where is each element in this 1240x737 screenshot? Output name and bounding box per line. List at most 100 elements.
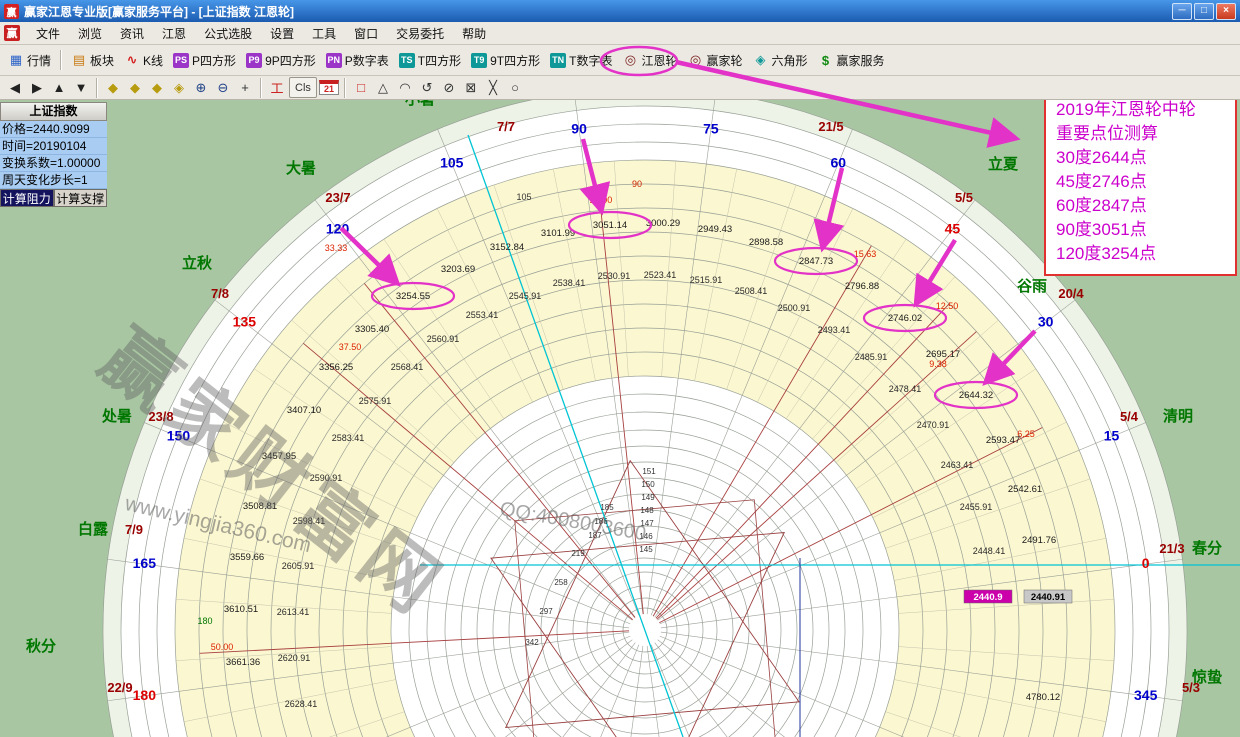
outer-ring-value: 2847.73 xyxy=(799,256,833,267)
menu-item-browse[interactable]: 浏览 xyxy=(69,22,111,45)
toolbar2-draw-rotate[interactable]: ↺ xyxy=(417,78,437,97)
toolbar2-draw-lasso[interactable]: ○ xyxy=(505,78,525,97)
toolbar2-nav-back[interactable]: ◀ xyxy=(5,78,25,97)
menu-item-news[interactable]: 资讯 xyxy=(111,22,153,45)
toolbar-button-p-number-table[interactable]: PNP数字表 xyxy=(321,49,394,72)
inner-ring-value: 2470.91 xyxy=(917,420,950,430)
solar-term-label: 秋分 xyxy=(26,637,56,655)
toolbar-button-p-square[interactable]: PSP四方形 xyxy=(168,49,241,72)
maximize-button[interactable]: □ xyxy=(1194,3,1214,20)
inner-ring-value: 2485.91 xyxy=(855,352,888,362)
sectors-icon: ▤ xyxy=(71,52,87,68)
fraction-label: 50.00 xyxy=(211,642,234,652)
date-label: 21/3 xyxy=(1159,541,1184,556)
p-square-label: P四方形 xyxy=(192,52,236,69)
info-line-2: 30度2644点 xyxy=(1056,146,1225,170)
app-icon: 赢 xyxy=(4,4,19,19)
toolbar-button-t-number-table[interactable]: TNT数字表 xyxy=(545,49,617,72)
degree-label: 180 xyxy=(133,687,157,703)
outer-ring-value: 3305.40 xyxy=(355,324,389,335)
toolbar2-zoom-in[interactable]: ⊕ xyxy=(191,78,211,97)
close-button[interactable]: × xyxy=(1216,3,1236,20)
degree-label: 30 xyxy=(1038,314,1054,330)
toolbar2-diamond-3[interactable]: ◆ xyxy=(147,78,167,97)
toolbar2-calendar[interactable]: 21 xyxy=(319,80,339,95)
menu-item-settings[interactable]: 设置 xyxy=(261,22,303,45)
fraction-label: 25.00 xyxy=(590,195,613,205)
t-square-label: T四方形 xyxy=(418,52,461,69)
toolbar2-nav-forward[interactable]: ▶ xyxy=(27,78,47,97)
toolbar2-filter[interactable]: ▼ xyxy=(71,78,91,97)
outer-ring-value: 3559.66 xyxy=(230,552,264,563)
calc-support-button[interactable]: 计算支撑 xyxy=(54,189,108,207)
inner-ring-value: 2545.91 xyxy=(509,291,542,301)
fraction-label: 33.33 xyxy=(325,243,348,253)
menu-item-formula-stock-pick[interactable]: 公式选股 xyxy=(195,22,261,45)
toolbar-button-hexagon[interactable]: ◈六角形 xyxy=(748,49,813,72)
quotes-label: 行情 xyxy=(27,52,51,69)
center-number: 297 xyxy=(539,607,553,616)
center-number: 219 xyxy=(571,549,585,558)
fraction-label: 15.63 xyxy=(854,249,877,259)
index-name: 上证指数 xyxy=(0,102,107,121)
toolbar2-pan[interactable]: + xyxy=(235,78,255,97)
title-bar: 赢 赢家江恩专业版[赢家服务平台] - [上证指数 江恩轮] ─□× xyxy=(0,0,1240,22)
toolbar-button-quotes[interactable]: ▦行情 xyxy=(3,49,56,72)
inner-ring-value: 2553.41 xyxy=(466,310,499,320)
inner-ring-value: 2560.91 xyxy=(427,334,460,344)
center-number: 185 xyxy=(600,503,614,512)
menu-item-tools[interactable]: 工具 xyxy=(303,22,345,45)
toolbar2-draw-box-x[interactable]: ⊠ xyxy=(461,78,481,97)
toolbar2-draw-rect[interactable]: □ xyxy=(351,78,371,97)
menu-item-trade-order[interactable]: 交易委托 xyxy=(387,22,453,45)
solar-term-label: 白露 xyxy=(78,520,109,538)
toolbar-button-gann-wheel[interactable]: ◎江恩轮 xyxy=(617,49,682,72)
inner-ring-value: 2628.41 xyxy=(285,699,318,709)
toolbar2-nav-up[interactable]: ▲ xyxy=(49,78,69,97)
toolbar2-draw-circle-x[interactable]: ⊘ xyxy=(439,78,459,97)
fraction-label: 12.50 xyxy=(936,301,959,311)
toolbar2-diamond-2[interactable]: ◆ xyxy=(125,78,145,97)
inner-ring-value: 2568.41 xyxy=(391,362,424,372)
menu-item-window[interactable]: 窗口 xyxy=(345,22,387,45)
degree-label: 0 xyxy=(1142,555,1150,571)
toolbar2-draw-cross[interactable]: ╳ xyxy=(483,78,503,97)
t-number-table-label: T数字表 xyxy=(569,52,612,69)
toolbar-button-kline[interactable]: ∿K线 xyxy=(119,49,168,72)
toolbar2-zoom-out[interactable]: ⊖ xyxy=(213,78,233,97)
panel-row-2: 变换系数=1.00000 xyxy=(0,155,107,172)
hexagon-icon: ◈ xyxy=(753,52,769,68)
toolbar2-diamond-1[interactable]: ◆ xyxy=(103,78,123,97)
toolbar2-draw-arc[interactable]: ◠ xyxy=(395,78,415,97)
toolbar-button-sectors[interactable]: ▤板块 xyxy=(66,49,119,72)
menu-item-file[interactable]: 文件 xyxy=(27,22,69,45)
toolbar-button-winner-wheel[interactable]: ◎赢家轮 xyxy=(682,49,747,72)
outer-ring-value: 2695.17 xyxy=(926,349,960,360)
outer-ring-value: 2949.43 xyxy=(698,224,732,235)
inner-ring-value: 2620.91 xyxy=(278,653,311,663)
inner-ring-value: 2463.41 xyxy=(941,460,974,470)
gann-wheel-label: 江恩轮 xyxy=(641,52,677,69)
toolbar2-diamond-plus[interactable]: ◈ xyxy=(169,78,189,97)
toolbar2-measure[interactable]: 工 xyxy=(267,78,287,97)
toolbar2-cls[interactable]: Cls xyxy=(289,77,317,98)
toolbar-button-9p-square[interactable]: P99P四方形 xyxy=(241,49,321,72)
9p-square-label: 9P四方形 xyxy=(265,52,316,69)
toolbar-button-9t-square[interactable]: T99T四方形 xyxy=(466,49,545,72)
gann-wheel-icon: ◎ xyxy=(622,52,638,68)
9p-square-icon: P9 xyxy=(246,53,262,68)
menu-item-gann[interactable]: 江恩 xyxy=(153,22,195,45)
inner-ring-value: 2500.91 xyxy=(778,303,811,313)
toolbar-button-t-square[interactable]: TST四方形 xyxy=(394,49,466,72)
minimize-button[interactable]: ─ xyxy=(1172,3,1192,20)
outer-ring-value: 3254.55 xyxy=(396,291,430,302)
calc-resistance-button[interactable]: 计算阻力 xyxy=(0,189,54,207)
outer-ring-value: 2491.76 xyxy=(1022,535,1056,546)
toolbar2-draw-triangle[interactable]: △ xyxy=(373,78,393,97)
date-label: 7/7 xyxy=(497,119,515,134)
menu-item-help[interactable]: 帮助 xyxy=(453,22,495,45)
outer-ring-value: 3152.84 xyxy=(490,242,524,253)
fraction-label: 37.50 xyxy=(339,342,362,352)
outer-ring-value: 3610.51 xyxy=(224,604,258,615)
toolbar-button-winner-service[interactable]: $赢家服务 xyxy=(813,49,890,72)
